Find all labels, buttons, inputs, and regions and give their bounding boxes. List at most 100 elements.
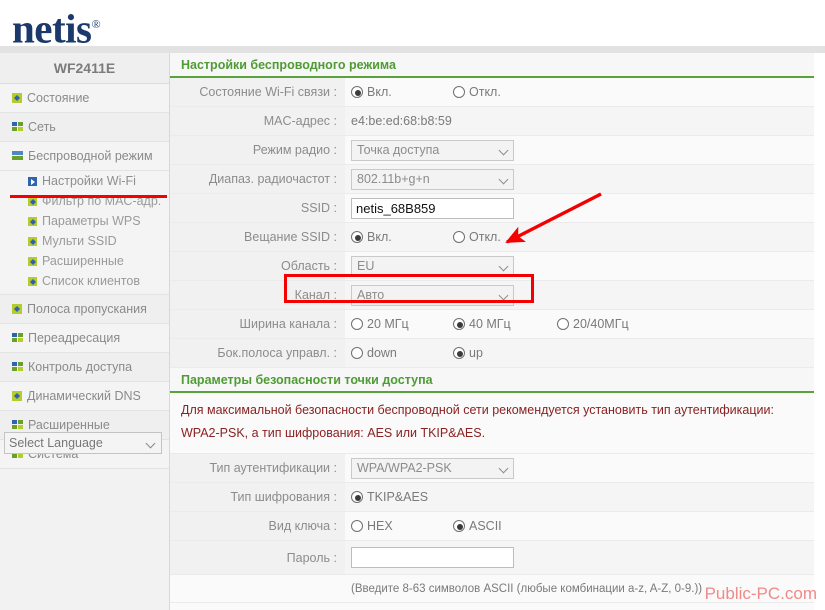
band-label: Диапаз. радиочастот : <box>170 165 345 193</box>
password-input[interactable] <box>351 547 514 568</box>
sidebar-item-forwarding[interactable]: Переадресация <box>0 324 169 353</box>
sidebar-item-advanced-wireless[interactable]: Расширенные <box>0 251 169 271</box>
sidebar: WF2411E Состояние Сеть Беспроводной режи… <box>0 53 170 610</box>
ssid-value <box>345 194 814 222</box>
sideband-value: down up <box>345 339 814 367</box>
broadcast-ssid-label: Вещание SSID : <box>170 223 345 251</box>
channel-width-20-label: 20 МГц <box>367 317 409 331</box>
broadcast-ssid-off-label: Откл. <box>469 230 501 244</box>
sidebar-item-mac-filter[interactable]: Фильтр по MAC-адр. <box>0 191 169 211</box>
annotation-underline <box>10 195 167 198</box>
key-type-hex-label: HEX <box>367 519 393 533</box>
row-auth-type: Тип аутентификации : WPA/WPA2-PSK <box>170 454 814 483</box>
password-label: Пароль : <box>170 541 345 574</box>
broadcast-ssid-radio-group: Вкл. Откл. <box>351 230 507 244</box>
radio-selected-icon <box>351 231 363 243</box>
sidebar-item-label: Расширенные <box>28 418 110 432</box>
channel-width-2040-option[interactable]: 20/40МГц <box>557 317 629 331</box>
radio-selected-icon <box>453 347 465 359</box>
wireless-section-title: Настройки беспроводного режима <box>170 53 814 78</box>
channel-width-value: 20 МГц 40 МГц 20/40МГц <box>345 310 814 338</box>
password-value <box>345 544 814 572</box>
wifi-status-on-label: Вкл. <box>367 85 392 99</box>
radio-selected-icon <box>351 491 363 503</box>
sideband-up-label: up <box>469 346 483 360</box>
radio-unselected-icon <box>351 318 363 330</box>
sidebar-item-wps[interactable]: Параметры WPS <box>0 211 169 231</box>
key-type-ascii-option[interactable]: ASCII <box>453 519 502 533</box>
registered-mark: ® <box>91 17 101 31</box>
wifi-status-off-option[interactable]: Откл. <box>453 85 501 99</box>
radio-mode-select[interactable]: Точка доступа <box>351 139 514 161</box>
row-channel-width: Ширина канала : 20 МГц 40 МГц 20/40МГц <box>170 310 814 339</box>
sidebar-item-access-control[interactable]: Контроль доступа <box>0 353 169 382</box>
language-select[interactable]: Select Language <box>4 432 162 454</box>
sidebar-item-label: Состояние <box>27 91 90 105</box>
radio-unselected-icon <box>453 86 465 98</box>
model-name: WF2411E <box>0 53 169 84</box>
sidebar-item-status[interactable]: Состояние <box>0 84 169 113</box>
diamond-icon <box>12 304 22 314</box>
region-select[interactable]: EU <box>351 255 514 277</box>
wifi-status-radio-group: Вкл. Откл. <box>351 85 507 99</box>
sidebar-item-label: Полоса пропускания <box>27 302 147 316</box>
security-section-title: Параметры безопасности точки доступа <box>170 368 814 393</box>
diamond-icon <box>12 391 22 401</box>
band-value: 802.11b+g+n <box>345 165 814 193</box>
sidebar-item-wifi-settings[interactable]: Настройки Wi-Fi <box>0 171 169 191</box>
sidebar-subitem-label: Настройки Wi-Fi <box>42 174 136 188</box>
channel-select[interactable]: Авто <box>351 284 514 306</box>
row-mac-address: MAC-адрес : e4:be:ed:68:b8:59 <box>170 107 814 136</box>
auth-type-value: WPA/WPA2-PSK <box>345 454 814 482</box>
broadcast-ssid-on-option[interactable]: Вкл. <box>351 230 447 244</box>
auth-type-select[interactable]: WPA/WPA2-PSK <box>351 457 514 479</box>
sidebar-subitem-label: Расширенные <box>42 254 124 268</box>
security-warning-text: Для максимальной безопасности беспроводн… <box>170 393 814 454</box>
region-selected: EU <box>357 258 375 273</box>
broadcast-ssid-off-option[interactable]: Откл. <box>453 230 501 244</box>
sidebar-item-bandwidth[interactable]: Полоса пропускания <box>0 295 169 324</box>
band-selected: 802.11b+g+n <box>357 171 430 186</box>
channel-width-20-option[interactable]: 20 МГц <box>351 317 447 331</box>
region-value: EU <box>345 252 814 280</box>
cipher-type-option[interactable]: TKIP&AES <box>351 490 428 504</box>
row-password: Пароль : <box>170 541 814 575</box>
chevron-down-icon <box>145 438 156 449</box>
band-select[interactable]: 802.11b+g+n <box>351 168 514 190</box>
chevron-down-icon <box>498 174 509 184</box>
watermark: Public-PC.com <box>704 584 817 603</box>
sideband-up-option[interactable]: up <box>453 346 483 360</box>
sidebar-subitem-label: Мульти SSID <box>42 234 117 248</box>
key-type-hex-option[interactable]: HEX <box>351 519 447 533</box>
channel-width-label: Ширина канала : <box>170 310 345 338</box>
radio-unselected-icon <box>557 318 569 330</box>
radio-mode-label: Режим радио : <box>170 136 345 164</box>
sidebar-item-multi-ssid[interactable]: Мульти SSID <box>0 231 169 251</box>
sidebar-item-label: Контроль доступа <box>28 360 133 374</box>
row-region: Область : EU <box>170 252 814 281</box>
channel-value: Авто <box>345 281 814 309</box>
radio-selected-icon <box>453 318 465 330</box>
sidebar-item-wireless[interactable]: Беспроводной режим <box>0 142 169 171</box>
header-divider <box>0 46 825 53</box>
radio-unselected-icon <box>453 231 465 243</box>
diamond-icon <box>28 257 37 266</box>
row-sideband: Бок.полоса управл. : down up <box>170 339 814 368</box>
sideband-down-option[interactable]: down <box>351 346 447 360</box>
auth-type-label: Тип аутентификации : <box>170 454 345 482</box>
key-type-ascii-label: ASCII <box>469 519 502 533</box>
channel-selected: Авто <box>357 287 385 302</box>
ssid-input[interactable] <box>351 197 514 219</box>
diamond-icon <box>28 277 37 286</box>
chevron-down-icon <box>498 261 509 271</box>
sidebar-item-label: Переадресация <box>28 331 121 345</box>
channel-width-40-option[interactable]: 40 МГц <box>453 317 551 331</box>
wifi-status-on-option[interactable]: Вкл. <box>351 85 447 99</box>
row-radio-mode: Режим радио : Точка доступа <box>170 136 814 165</box>
sidebar-item-network[interactable]: Сеть <box>0 113 169 142</box>
wifi-status-off-label: Откл. <box>469 85 501 99</box>
sidebar-item-client-list[interactable]: Список клиентов <box>0 271 169 291</box>
sideband-down-label: down <box>367 346 397 360</box>
sideband-radio-group: down up <box>351 346 489 360</box>
sidebar-item-ddns[interactable]: Динамический DNS <box>0 382 169 411</box>
